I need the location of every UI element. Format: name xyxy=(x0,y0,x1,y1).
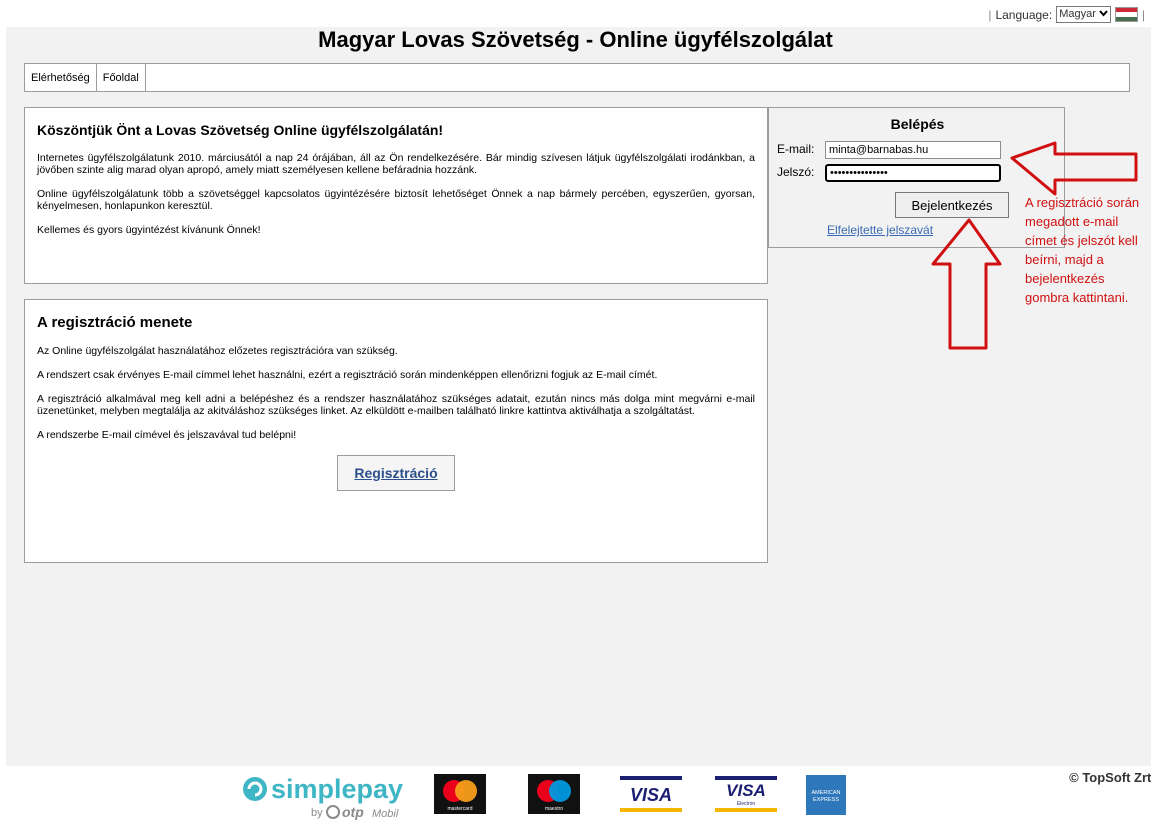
chevron-down-icon xyxy=(1099,7,1108,22)
welcome-paragraph: Kellemes és gyors ügyintézést kívánunk Ö… xyxy=(37,224,261,236)
welcome-paragraph: Internetes ügyfélszolgálatunk 2010. márc… xyxy=(37,152,755,176)
password-label: Jelszó: xyxy=(777,165,815,179)
tab-elerhetoseg[interactable]: Elérhetőség xyxy=(25,64,97,91)
svg-text:AMERICAN: AMERICAN xyxy=(811,790,840,796)
svg-text:Mobil: Mobil xyxy=(372,808,399,820)
svg-text:mastercard: mastercard xyxy=(447,806,472,812)
visa-icon: VISA xyxy=(620,776,682,812)
tab-fooldal[interactable]: Főoldal xyxy=(97,64,146,91)
annotation-text: A regisztráció során megadott e-mail cím… xyxy=(1025,195,1140,305)
registration-paragraph: Az Online ügyfélszolgálat használatához … xyxy=(37,345,398,357)
language-select[interactable]: Magyar xyxy=(1056,6,1111,23)
registration-paragraph: A regisztráció alkalmával meg kell adni … xyxy=(37,393,755,417)
visa-electron-icon: VISA Electron xyxy=(715,776,777,812)
registration-title: A regisztráció menete xyxy=(37,314,193,331)
svg-text:Electron: Electron xyxy=(737,801,756,807)
main-nav: Elérhetőség Főoldal xyxy=(24,63,1130,92)
welcome-panel: Köszöntjük Önt a Lovas Szövetség Online … xyxy=(24,107,768,284)
svg-text:EXPRESS: EXPRESS xyxy=(813,797,839,803)
arrow-left-icon xyxy=(1010,141,1138,196)
language-label: Language: xyxy=(995,7,1053,22)
american-express-icon: AMERICAN EXPRESS xyxy=(806,775,846,815)
welcome-paragraph: Online ügyfélszolgálatunk több a szövets… xyxy=(37,188,755,212)
registration-paragraph: A rendszerbe E-mail címével és jelszaváv… xyxy=(37,429,297,441)
page-title: Magyar Lovas Szövetség - Online ügyfélsz… xyxy=(318,27,833,52)
copyright-text: © TopSoft Zrt. xyxy=(1069,770,1151,785)
login-title: Belépés xyxy=(890,116,945,132)
svg-text:VISA: VISA xyxy=(726,781,766,800)
registration-paragraph: A rendszert csak érvényes E-mail címmel … xyxy=(37,369,658,381)
hungarian-flag-icon[interactable] xyxy=(1114,7,1138,22)
svg-text:simplepay: simplepay xyxy=(271,774,403,804)
maestro-icon: maestro xyxy=(528,774,580,814)
welcome-title: Köszöntjük Önt a Lovas Szövetség Online … xyxy=(37,122,444,138)
svg-text:maestro: maestro xyxy=(545,806,563,812)
language-bar: | Language: Magyar | xyxy=(988,6,1145,23)
svg-text:by: by xyxy=(311,807,323,819)
svg-text:otp: otp xyxy=(342,804,364,820)
email-label: E-mail: xyxy=(777,142,815,156)
simplepay-logo: simplepay by otp Mobil xyxy=(241,770,416,820)
svg-text:VISA: VISA xyxy=(630,785,672,805)
registration-panel: A regisztráció menete Az Online ügyfélsz… xyxy=(24,299,768,563)
register-button[interactable]: Regisztráció xyxy=(337,455,455,491)
forgot-password-link[interactable]: Elfelejtette jelszavát xyxy=(827,223,933,237)
arrow-up-icon xyxy=(931,218,1002,350)
mastercard-icon: mastercard xyxy=(434,774,486,814)
